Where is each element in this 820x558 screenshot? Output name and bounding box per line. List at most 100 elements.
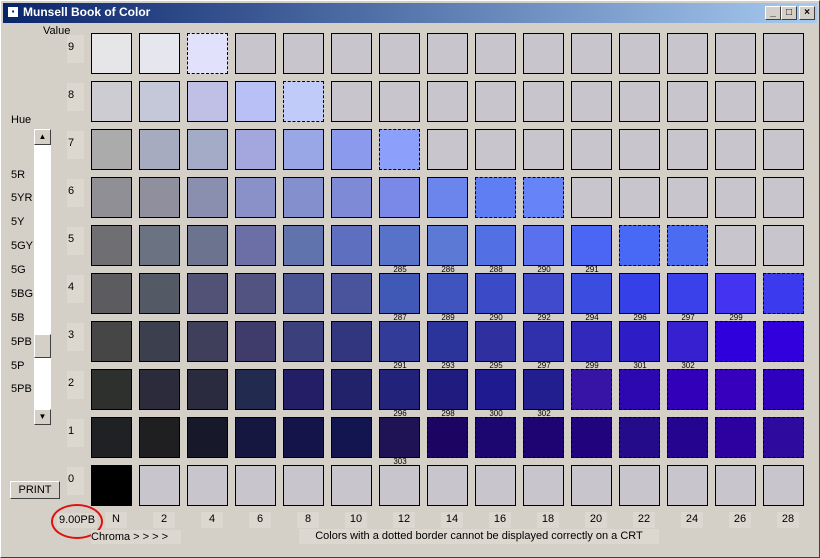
color-chip[interactable]	[667, 273, 708, 314]
color-chip[interactable]	[331, 465, 372, 506]
down-arrow-icon[interactable]: ▼	[34, 409, 51, 425]
color-chip[interactable]	[427, 81, 468, 122]
window-icon[interactable]: ▪	[7, 6, 19, 18]
color-chip[interactable]	[715, 369, 756, 410]
color-chip[interactable]	[475, 465, 516, 506]
color-chip[interactable]	[475, 273, 516, 314]
color-chip[interactable]	[619, 321, 660, 362]
color-chip[interactable]	[763, 225, 804, 266]
hue-item[interactable]: 5Y	[11, 216, 24, 228]
color-chip[interactable]	[475, 321, 516, 362]
color-chip[interactable]	[139, 225, 180, 266]
color-chip[interactable]	[187, 225, 228, 266]
color-chip[interactable]	[763, 33, 804, 74]
color-chip[interactable]	[763, 81, 804, 122]
color-chip[interactable]	[283, 465, 324, 506]
color-chip[interactable]	[475, 129, 516, 170]
color-chip[interactable]	[283, 81, 324, 122]
color-chip[interactable]	[475, 369, 516, 410]
color-chip[interactable]	[331, 81, 372, 122]
hue-item[interactable]: 5G	[11, 264, 26, 276]
color-chip[interactable]	[427, 177, 468, 218]
color-chip[interactable]	[331, 225, 372, 266]
hue-item[interactable]: 5PB	[11, 336, 32, 348]
color-chip[interactable]	[235, 33, 276, 74]
color-chip[interactable]	[139, 273, 180, 314]
hue-scrollbar[interactable]: ▲ ▼	[34, 129, 51, 425]
color-chip[interactable]	[283, 417, 324, 458]
color-chip[interactable]	[475, 225, 516, 266]
color-chip[interactable]	[667, 81, 708, 122]
color-chip[interactable]	[523, 369, 564, 410]
close-button[interactable]: ×	[799, 6, 815, 20]
color-chip[interactable]	[139, 321, 180, 362]
color-chip[interactable]	[763, 417, 804, 458]
color-chip[interactable]	[235, 273, 276, 314]
color-chip[interactable]	[715, 129, 756, 170]
color-chip[interactable]	[715, 321, 756, 362]
color-chip[interactable]	[763, 273, 804, 314]
color-chip[interactable]	[667, 225, 708, 266]
minimize-button[interactable]: _	[765, 6, 781, 20]
color-chip[interactable]	[763, 321, 804, 362]
color-chip[interactable]	[667, 369, 708, 410]
color-chip[interactable]	[571, 369, 612, 410]
color-chip[interactable]	[139, 465, 180, 506]
color-chip[interactable]	[187, 417, 228, 458]
color-chip[interactable]	[715, 417, 756, 458]
color-chip[interactable]	[427, 33, 468, 74]
color-chip[interactable]	[235, 465, 276, 506]
color-chip[interactable]	[619, 465, 660, 506]
color-chip[interactable]	[475, 417, 516, 458]
color-chip[interactable]	[187, 369, 228, 410]
color-chip[interactable]	[91, 81, 132, 122]
color-chip[interactable]	[379, 273, 420, 314]
color-chip[interactable]	[475, 177, 516, 218]
hue-item[interactable]: 5YR	[11, 192, 32, 204]
color-chip[interactable]	[283, 33, 324, 74]
color-chip[interactable]	[379, 225, 420, 266]
color-chip[interactable]	[571, 465, 612, 506]
color-chip[interactable]	[427, 321, 468, 362]
color-chip[interactable]	[91, 177, 132, 218]
color-chip[interactable]	[715, 177, 756, 218]
color-chip[interactable]	[379, 465, 420, 506]
color-chip[interactable]	[187, 465, 228, 506]
color-chip[interactable]	[571, 273, 612, 314]
color-chip[interactable]	[187, 321, 228, 362]
color-chip[interactable]	[667, 321, 708, 362]
color-chip[interactable]	[91, 369, 132, 410]
print-button[interactable]: PRINT	[10, 481, 60, 499]
color-chip[interactable]	[379, 129, 420, 170]
color-chip[interactable]	[91, 465, 132, 506]
hue-item[interactable]: 5PB	[11, 383, 32, 395]
color-chip[interactable]	[331, 273, 372, 314]
color-chip[interactable]	[715, 273, 756, 314]
color-chip[interactable]	[427, 369, 468, 410]
color-chip[interactable]	[475, 33, 516, 74]
color-chip[interactable]	[91, 129, 132, 170]
color-chip[interactable]	[523, 177, 564, 218]
color-chip[interactable]	[331, 129, 372, 170]
hue-item[interactable]: 5R	[11, 169, 25, 181]
color-chip[interactable]	[427, 417, 468, 458]
color-chip[interactable]	[235, 129, 276, 170]
color-chip[interactable]	[283, 225, 324, 266]
color-chip[interactable]	[139, 417, 180, 458]
color-chip[interactable]	[379, 321, 420, 362]
color-chip[interactable]	[523, 129, 564, 170]
color-chip[interactable]	[619, 273, 660, 314]
color-chip[interactable]	[427, 225, 468, 266]
color-chip[interactable]	[379, 177, 420, 218]
color-chip[interactable]	[91, 33, 132, 74]
color-chip[interactable]	[187, 273, 228, 314]
color-chip[interactable]	[235, 225, 276, 266]
color-chip[interactable]	[715, 33, 756, 74]
color-chip[interactable]	[523, 81, 564, 122]
color-chip[interactable]	[763, 369, 804, 410]
color-chip[interactable]	[619, 369, 660, 410]
color-chip[interactable]	[331, 321, 372, 362]
color-chip[interactable]	[523, 321, 564, 362]
color-chip[interactable]	[283, 369, 324, 410]
hue-item[interactable]: 5P	[11, 360, 24, 372]
